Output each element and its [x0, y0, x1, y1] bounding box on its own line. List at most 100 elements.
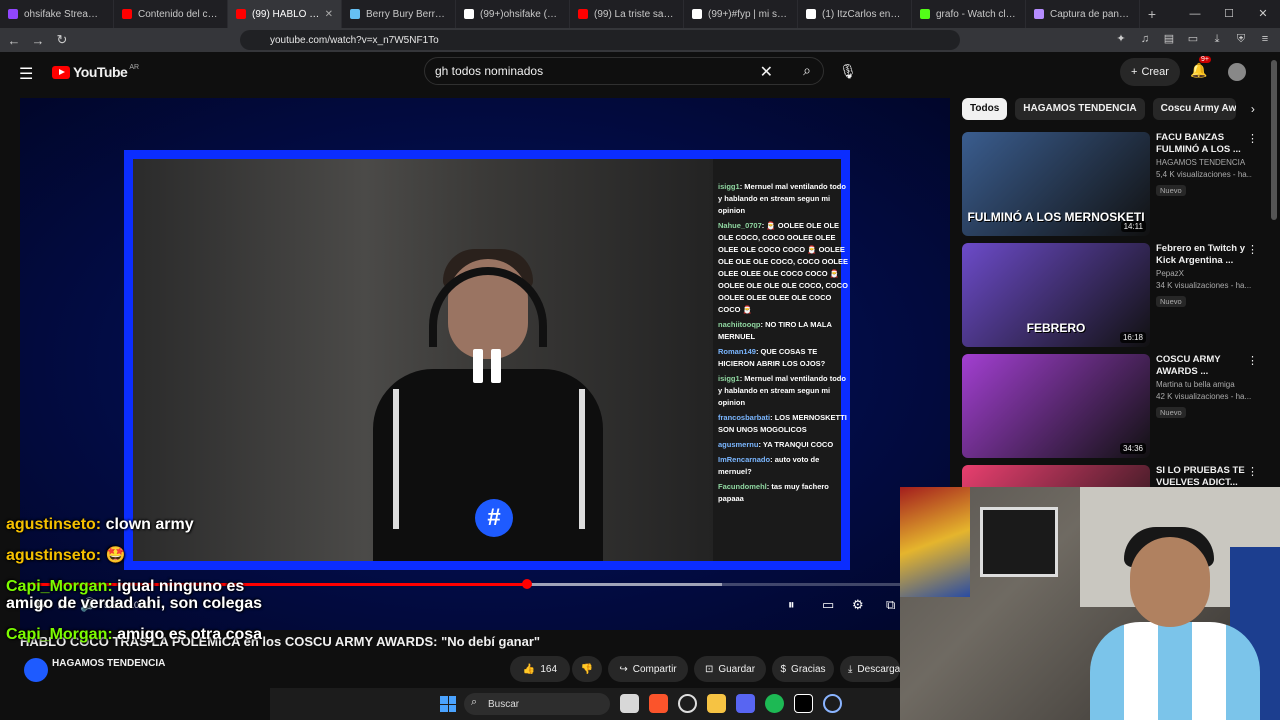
- page-scrollbar[interactable]: [1268, 52, 1280, 488]
- like-button[interactable]: 👍 164: [510, 656, 570, 682]
- channel-avatar[interactable]: [24, 658, 48, 682]
- chevron-right-icon[interactable]: ›: [1244, 98, 1262, 120]
- stream-chat-message: Capi_Morgan: amigo es otra cosa: [6, 626, 266, 643]
- tab-favicon-icon: [122, 9, 132, 19]
- browser-tab[interactable]: (99+)ohsifake (@ohsifa: [456, 0, 570, 28]
- video-title[interactable]: COSCU ARMY AWARDS ...: [1156, 354, 1252, 378]
- overlay-chat-user: francosbarbati: [718, 413, 771, 422]
- share-label: Compartir: [632, 663, 677, 675]
- wallet-icon[interactable]: ▭: [1186, 32, 1200, 46]
- autoplay-toggle[interactable]: ⏸: [788, 597, 795, 613]
- browser-tab[interactable]: Contenido del canal -: [114, 0, 228, 28]
- thumbnail-caption: FEBRERO: [1026, 321, 1086, 335]
- reload-icon[interactable]: ↻: [52, 32, 72, 48]
- taskbar-search[interactable]: ⌕ Buscar: [464, 693, 610, 715]
- url-input[interactable]: youtube.com/watch?v=x_n7W5NF1To: [240, 30, 960, 50]
- browser-tab[interactable]: (99) La triste salida de: [570, 0, 684, 28]
- filter-chip[interactable]: HAGAMOS TENDENCIA: [1015, 98, 1145, 120]
- video-channel[interactable]: HAGAMOS TENDENCIA: [1156, 158, 1252, 168]
- more-options-icon[interactable]: ⋮: [1247, 132, 1258, 145]
- more-options-icon[interactable]: ⋮: [1247, 243, 1258, 256]
- filter-chip[interactable]: Todos: [962, 98, 1008, 120]
- download-button[interactable]: ⤓ Descargar: [840, 656, 900, 682]
- music-icon[interactable]: ♫: [1138, 32, 1152, 46]
- minimize-icon[interactable]: —: [1178, 0, 1212, 28]
- tab-favicon-icon: [692, 9, 702, 19]
- search-input[interactable]: gh todos nominados ✕ ⌕: [424, 57, 824, 85]
- browser-tab[interactable]: (99) HABLÓ CO ✕: [228, 0, 342, 28]
- recommended-video[interactable]: SI LO PRUEBAS TE VUELVES ADICT... ⋮: [962, 465, 1262, 487]
- spotify-icon[interactable]: [765, 694, 784, 713]
- recommended-video[interactable]: FULMINÓ A LOS MERNOSKETI 14:11 FACU BANZAS…: [962, 132, 1262, 236]
- sidebar-icon[interactable]: ▤: [1162, 32, 1176, 46]
- overlay-chat-user: isigg1: [718, 182, 740, 191]
- webcam-overlay: [900, 487, 1280, 720]
- video-channel[interactable]: PepazX: [1156, 269, 1252, 279]
- video-thumbnail[interactable]: FEBRERO 16:18: [962, 243, 1150, 347]
- forward-icon[interactable]: →: [28, 33, 48, 48]
- filter-chip[interactable]: Coscu Army Awards: [1152, 98, 1236, 120]
- back-icon[interactable]: ←: [4, 33, 24, 48]
- close-tab-icon[interactable]: ✕: [325, 9, 333, 20]
- file-explorer-icon[interactable]: [707, 694, 726, 713]
- channel-name[interactable]: HAGAMOS TENDENCIA: [52, 658, 165, 669]
- steam-icon[interactable]: [678, 694, 697, 713]
- pause-overlay-icon[interactable]: [473, 349, 501, 383]
- task-view-icon[interactable]: [620, 694, 639, 713]
- stream-chat-text: 🤩: [105, 547, 126, 564]
- subtitles-icon[interactable]: ▭: [822, 597, 834, 613]
- video-title[interactable]: SI LO PRUEBAS TE VUELVES ADICT...: [1156, 465, 1252, 487]
- download-icon: ⤓: [848, 663, 853, 675]
- clear-search-icon[interactable]: ✕: [760, 62, 773, 82]
- video-thumbnail[interactable]: [962, 465, 1150, 487]
- miniplayer-icon[interactable]: ⧉: [886, 597, 895, 613]
- close-window-icon[interactable]: ✕: [1246, 0, 1280, 28]
- video-title[interactable]: FACU BANZAS FULMINÓ A LOS ...: [1156, 132, 1252, 156]
- notifications-icon[interactable]: 🔔 9+: [1190, 56, 1211, 79]
- thanks-button[interactable]: $ Gracias: [772, 656, 834, 682]
- browser-tab[interactable]: (1) ItzCarlos en X: "Yo: [798, 0, 912, 28]
- windows-start-icon[interactable]: [440, 696, 456, 712]
- stream-chat-message: agustinseto: clown army: [6, 516, 266, 533]
- browser-tab[interactable]: grafo - Watch clips on: [912, 0, 1026, 28]
- maximize-icon[interactable]: ☐: [1212, 0, 1246, 28]
- create-button[interactable]: + Crear: [1120, 58, 1180, 86]
- save-button[interactable]: ⊡ Guardar: [694, 656, 766, 682]
- browser-tab[interactable]: Captura de pantalla pc: [1026, 0, 1140, 28]
- app-icon[interactable]: [823, 694, 842, 713]
- shirt-stripe: [579, 389, 585, 529]
- video-thumbnail[interactable]: FULMINÓ A LOS MERNOSKETI 14:11: [962, 132, 1150, 236]
- video-channel[interactable]: Martina tu bella amiga: [1156, 380, 1252, 390]
- channel-row: HAGAMOS TENDENCIA 👍 164 👎 ↪ Compartir ⊡ …: [20, 654, 900, 688]
- discord-icon[interactable]: [736, 694, 755, 713]
- hamburger-menu-icon[interactable]: ☰: [19, 64, 33, 84]
- recommended-video[interactable]: 34:36 COSCU ARMY AWARDS ... Martina tu bel…: [962, 354, 1262, 458]
- search-query: gh todos nominados: [435, 64, 544, 78]
- video-thumbnail[interactable]: 34:36: [962, 354, 1150, 458]
- channel-watermark-logo: #: [475, 499, 513, 537]
- video-title[interactable]: Febrero en Twitch y Kick Argentina ...: [1156, 243, 1252, 267]
- settings-icon[interactable]: ⚙: [852, 597, 864, 613]
- extension-icon[interactable]: ✦: [1114, 32, 1128, 46]
- more-options-icon[interactable]: ⋮: [1247, 354, 1258, 367]
- youtube-logo[interactable]: YouTube AR: [52, 64, 139, 80]
- account-avatar[interactable]: [1228, 63, 1246, 81]
- recommended-video[interactable]: FEBRERO 16:18 Febrero en Twitch y Kick Arg…: [962, 243, 1262, 347]
- dislike-button[interactable]: 👎: [572, 656, 602, 682]
- browser-tab[interactable]: (99+)#fyp | mi sueño c: [684, 0, 798, 28]
- browser-tab[interactable]: Berry Bury Berry en Ste: [342, 0, 456, 28]
- microphone-icon[interactable]: 🎙: [836, 58, 860, 84]
- shield-icon[interactable]: ⛨: [1234, 32, 1248, 46]
- search-icon[interactable]: ⌕: [803, 62, 811, 79]
- menu-icon[interactable]: ≡: [1258, 32, 1272, 46]
- share-button[interactable]: ↪ Compartir: [608, 656, 688, 682]
- more-options-icon[interactable]: ⋮: [1247, 465, 1258, 478]
- stream-chat-message: agustinseto: 🤩: [6, 547, 266, 564]
- download-icon[interactable]: ⤓: [1210, 32, 1224, 46]
- new-tab-button[interactable]: +: [1140, 6, 1164, 22]
- brave-browser-icon[interactable]: [649, 694, 668, 713]
- scrollbar-thumb[interactable]: [1271, 60, 1277, 220]
- capcut-icon[interactable]: [794, 694, 813, 713]
- scrubber-handle[interactable]: [521, 579, 532, 589]
- browser-tab[interactable]: ohsifake Stream - Y: [0, 0, 114, 28]
